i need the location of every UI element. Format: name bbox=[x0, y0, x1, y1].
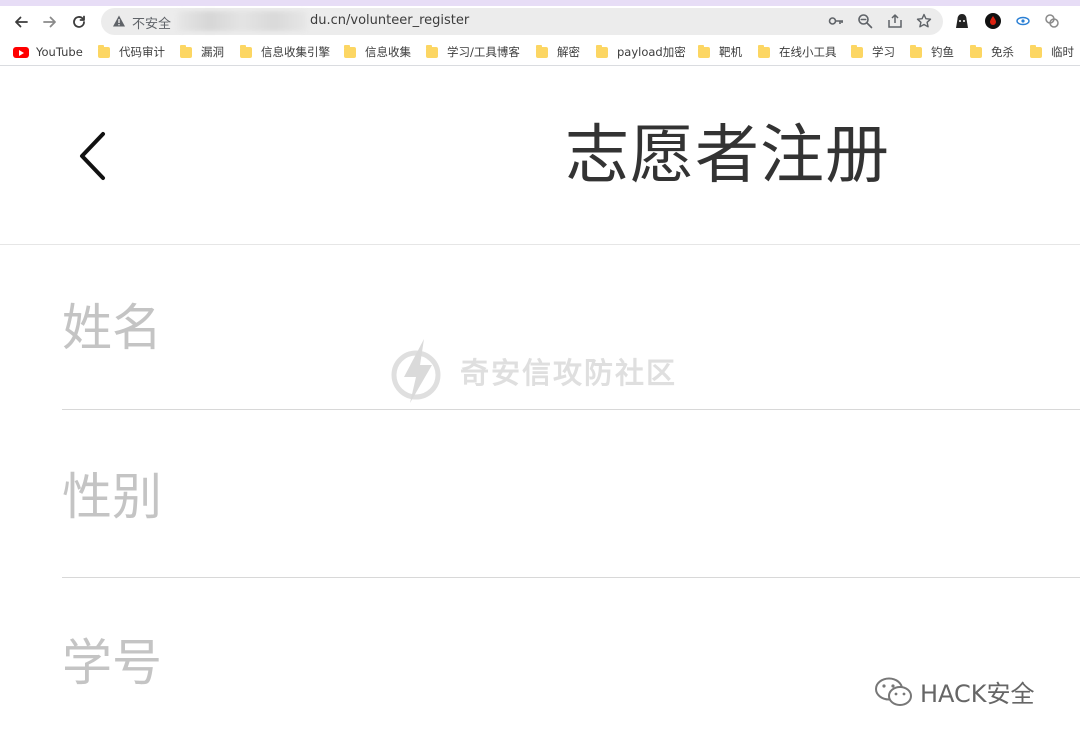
bookmark-folder[interactable]: 免杀 bbox=[970, 43, 1014, 61]
address-bar[interactable]: 不安全 du.cn/volunteer_register bbox=[101, 8, 943, 35]
folder-icon bbox=[180, 44, 192, 58]
bookmark-folder[interactable]: 学习/工具博客 bbox=[426, 43, 520, 61]
folder-icon bbox=[98, 44, 110, 58]
back-chevron-icon[interactable] bbox=[74, 130, 110, 182]
folder-icon bbox=[698, 44, 710, 58]
bookmark-folder[interactable]: 信息收集 bbox=[344, 43, 411, 61]
wechat-icon bbox=[875, 677, 912, 706]
bookmark-folder[interactable]: payload加密 bbox=[596, 43, 686, 61]
bookmark-label: 漏洞 bbox=[201, 45, 224, 59]
folder-icon bbox=[851, 44, 863, 58]
student-id-placeholder: 学号 bbox=[62, 634, 162, 692]
gender-placeholder: 性别 bbox=[62, 468, 162, 526]
youtube-icon bbox=[13, 46, 29, 58]
security-label: 不安全 bbox=[132, 17, 172, 32]
bookmarks-bar: YouTube 代码审计 漏洞 信息收集引擎 信息收集 学习/工具博客 解密 p… bbox=[0, 38, 1080, 66]
bookmark-label: 解密 bbox=[557, 45, 580, 59]
bookmark-folder[interactable]: 在线小工具 bbox=[758, 43, 837, 61]
watermark-center: 奇安信攻防社区 bbox=[390, 337, 677, 405]
bookmark-folder[interactable]: 钓鱼 bbox=[910, 43, 954, 61]
browser-toolbar: 不安全 du.cn/volunteer_register bbox=[0, 6, 1080, 37]
zoom-icon[interactable] bbox=[857, 13, 873, 29]
bookmark-label: payload加密 bbox=[617, 45, 686, 59]
forward-arrow-icon[interactable] bbox=[38, 10, 62, 34]
lightning-logo-icon bbox=[391, 339, 441, 403]
watermark-corner-text: HACK安全 bbox=[920, 680, 1035, 708]
bookmark-label: 信息收集 bbox=[365, 45, 411, 59]
bookmark-folder[interactable]: 漏洞 bbox=[180, 43, 224, 61]
bookmark-label: 钓鱼 bbox=[931, 45, 954, 59]
folder-icon bbox=[970, 44, 982, 58]
puzzle-extension-icon[interactable] bbox=[1043, 12, 1061, 30]
watermark-corner: HACK安全 bbox=[874, 674, 1035, 709]
bookmark-label: 免杀 bbox=[991, 45, 1014, 59]
eye-extension-icon[interactable] bbox=[1014, 12, 1032, 30]
bookmark-label: 临时 bbox=[1051, 45, 1074, 59]
bookmark-folder[interactable]: 解密 bbox=[536, 43, 580, 61]
bookmark-folder[interactable]: 信息收集引擎 bbox=[240, 43, 330, 61]
page-header: 志愿者注册 bbox=[0, 68, 1080, 245]
hacker-extension-icon[interactable] bbox=[953, 12, 971, 30]
reload-icon[interactable] bbox=[67, 10, 91, 34]
warning-icon[interactable] bbox=[112, 14, 126, 28]
key-icon[interactable] bbox=[828, 13, 844, 29]
folder-icon bbox=[536, 44, 548, 58]
bookmark-folder[interactable]: 学习 bbox=[851, 43, 895, 61]
folder-icon bbox=[1030, 44, 1042, 58]
folder-icon bbox=[596, 44, 608, 58]
bookmark-label: YouTube bbox=[36, 45, 83, 59]
share-icon[interactable] bbox=[887, 13, 903, 29]
bookmark-label: 代码审计 bbox=[119, 45, 165, 59]
back-arrow-icon[interactable] bbox=[9, 10, 33, 34]
bookmark-youtube[interactable]: YouTube bbox=[13, 43, 83, 61]
bookmark-label: 在线小工具 bbox=[779, 45, 837, 59]
folder-icon bbox=[426, 44, 438, 58]
bookmark-label: 信息收集引擎 bbox=[261, 45, 330, 59]
redacted-url-part bbox=[177, 11, 307, 31]
bookmark-folder[interactable]: 代码审计 bbox=[98, 43, 165, 61]
name-placeholder: 姓名 bbox=[62, 299, 162, 357]
student-id-field[interactable]: 学号 bbox=[62, 578, 1080, 743]
url-text[interactable]: du.cn/volunteer_register bbox=[310, 13, 469, 28]
folder-icon bbox=[240, 44, 252, 58]
folder-icon bbox=[344, 44, 356, 58]
watermark-center-text: 奇安信攻防社区 bbox=[460, 356, 678, 390]
star-icon[interactable] bbox=[916, 13, 932, 29]
folder-icon bbox=[910, 44, 922, 58]
bookmark-label: 靶机 bbox=[719, 45, 742, 59]
gender-field[interactable]: 性别 bbox=[62, 410, 1080, 578]
folder-icon bbox=[758, 44, 770, 58]
bookmark-label: 学习/工具博客 bbox=[447, 45, 520, 59]
red-drop-extension-icon[interactable] bbox=[984, 12, 1002, 30]
page-title: 志愿者注册 bbox=[565, 119, 890, 193]
bookmark-folder[interactable]: 靶机 bbox=[698, 43, 742, 61]
bookmark-folder[interactable]: 临时 bbox=[1030, 43, 1074, 61]
bookmark-label: 学习 bbox=[872, 45, 895, 59]
